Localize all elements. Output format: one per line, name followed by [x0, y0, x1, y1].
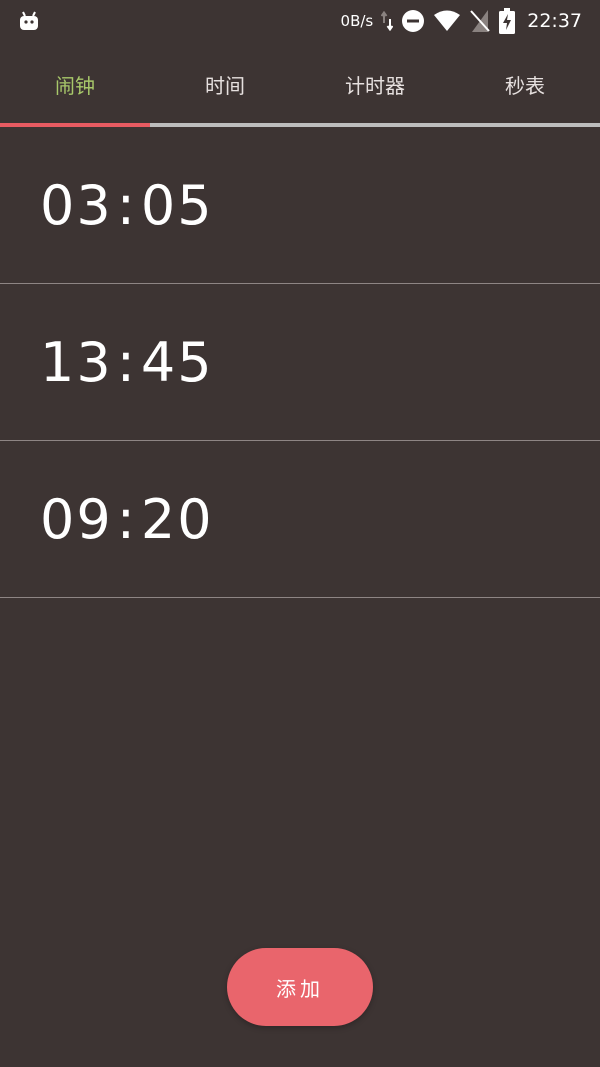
alarm-item[interactable]: 13:45: [0, 284, 600, 441]
alarm-item[interactable]: 03:05: [0, 127, 600, 284]
alarm-minutes: 05: [140, 173, 214, 237]
network-speed: 0B/s: [340, 12, 374, 30]
alarm-item[interactable]: 09:20: [0, 441, 600, 598]
status-left: [18, 10, 40, 32]
no-sim-icon: [469, 9, 491, 33]
tab-timer[interactable]: 计时器: [300, 42, 450, 126]
alarm-minutes: 20: [140, 487, 214, 551]
time-separator: :: [116, 487, 137, 551]
android-robot-icon: [18, 10, 40, 32]
tab-time[interactable]: 时间: [150, 42, 300, 126]
alarm-hours: 13: [40, 330, 113, 394]
status-right: 0B/s 22:37: [341, 8, 582, 34]
tab-stopwatch[interactable]: 秒表: [450, 42, 600, 126]
data-arrows-icon: [381, 11, 394, 31]
do-not-disturb-icon: [401, 9, 425, 33]
alarm-list: 03:05 13:45 09:20: [0, 127, 600, 598]
add-alarm-button[interactable]: 添加: [227, 948, 373, 1026]
tab-bar: 闹钟 时间 计时器 秒表: [0, 42, 600, 126]
alarm-time: 13:45: [40, 331, 214, 394]
alarm-minutes: 45: [140, 330, 214, 394]
alarm-time: 03:05: [40, 174, 214, 237]
alarm-hours: 09: [40, 487, 113, 551]
alarm-hours: 03: [40, 173, 113, 237]
time-separator: :: [116, 173, 137, 237]
status-bar: 0B/s 22:37: [0, 0, 600, 42]
screen: 0B/s 22:37 闹钟 时间 计时器 秒表 03:05 13:45 09:2…: [0, 0, 600, 1067]
tab-alarm[interactable]: 闹钟: [0, 42, 150, 126]
time-separator: :: [116, 330, 137, 394]
alarm-time: 09:20: [40, 488, 214, 551]
status-time: 22:37: [527, 10, 582, 32]
wifi-icon: [433, 10, 461, 32]
battery-charging-icon: [499, 8, 516, 34]
